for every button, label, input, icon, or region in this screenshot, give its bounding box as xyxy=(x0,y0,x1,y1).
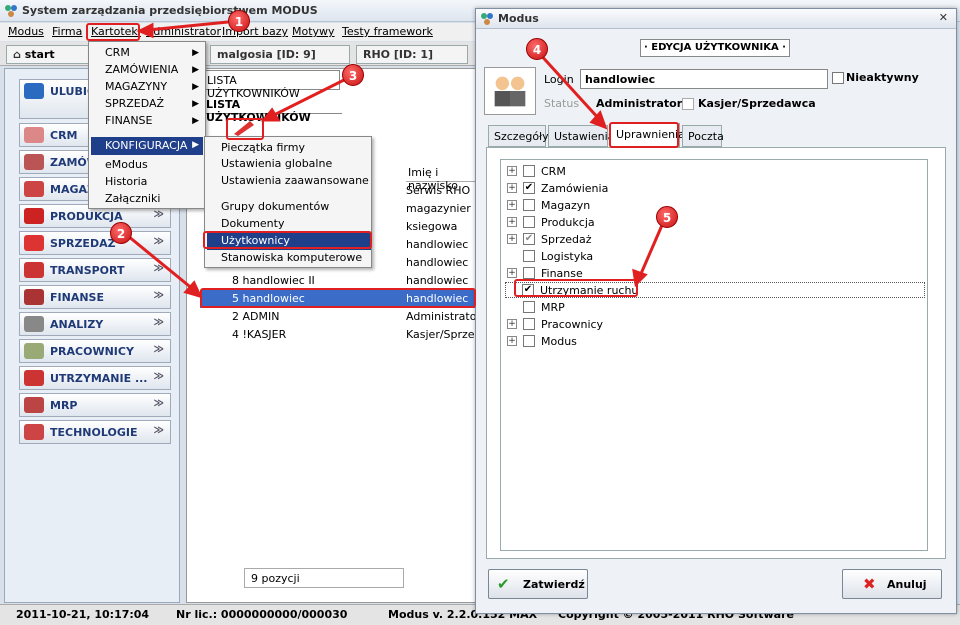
step-badge-3: 3 xyxy=(342,64,364,86)
step-badge-2: 2 xyxy=(110,222,132,244)
annotation-arrows xyxy=(127,20,668,299)
step-badge-4: 4 xyxy=(526,38,548,60)
step-badge-1: 1 xyxy=(228,10,250,32)
step-badge-5: 5 xyxy=(656,206,678,228)
